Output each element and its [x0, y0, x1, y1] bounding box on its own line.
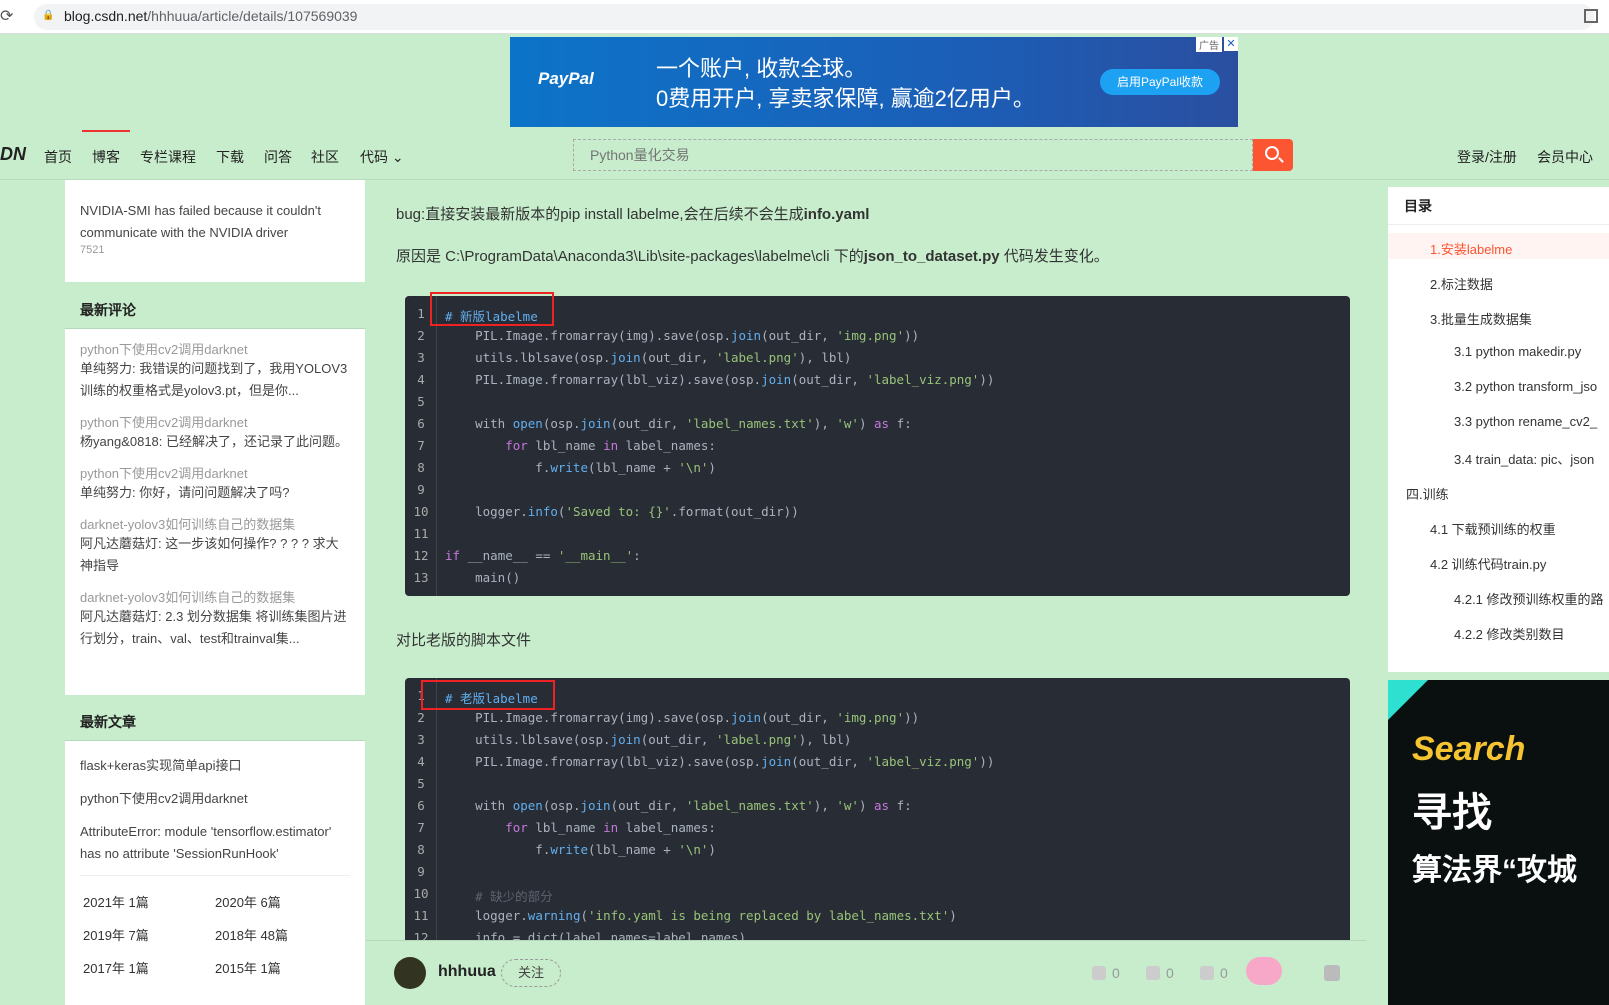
nav-courses[interactable]: 专栏课程: [140, 147, 196, 167]
ad-close-icon[interactable]: ✕: [1224, 37, 1238, 51]
author-toolbar: hhhuua 关注 0 0 0: [366, 940, 1366, 1005]
hot-article-link[interactable]: NVIDIA-SMI has failed because it couldn'…: [65, 180, 365, 244]
ad-cta-button[interactable]: 启用PayPal收款: [1100, 69, 1220, 95]
ad-headline: 一个账户, 收款全球。: [656, 56, 867, 81]
side-ad-line3: 算法界“攻城: [1412, 854, 1577, 887]
toc-item[interactable]: 1.安装labelme: [1430, 239, 1512, 258]
nav-blog[interactable]: 博客: [92, 147, 120, 167]
comment-text[interactable]: 单纯努力: 你好，请问问题解决了吗?: [80, 482, 350, 504]
toc-title: 目录: [1388, 187, 1609, 225]
avatar[interactable]: [394, 957, 426, 989]
hot-article-card: NVIDIA-SMI has failed because it couldn'…: [65, 180, 365, 282]
browser-address-bar: ⟳ 🔒 blog.csdn.net/hhhuua/article/details…: [0, 0, 1609, 34]
toc-item[interactable]: 3.批量生成数据集: [1430, 309, 1532, 328]
reward-icon[interactable]: [1246, 957, 1282, 985]
paragraph-bug: bug:直接安装最新版本的pip install labelme,会在后续不会生…: [396, 206, 870, 223]
hot-article-views: 7521: [80, 244, 105, 256]
side-ad-line2: 寻找: [1412, 791, 1492, 835]
nav-qa[interactable]: 问答: [264, 147, 292, 167]
paypal-logo: PayPal: [538, 69, 594, 88]
toc-item[interactable]: 3.3 python rename_cv2_: [1454, 414, 1597, 429]
toc-item[interactable]: 4.2 训练代码train.py: [1430, 554, 1546, 573]
comment-article-link[interactable]: python下使用cv2调用darknet: [80, 463, 350, 482]
toc-item[interactable]: 四.训练: [1406, 484, 1449, 503]
archive-item[interactable]: 2015年 1篇: [215, 958, 347, 977]
recent-articles-title: 最新文章: [65, 703, 365, 741]
archive-item[interactable]: 2017年 1篇: [83, 958, 215, 977]
comment-article-link[interactable]: python下使用cv2调用darknet: [80, 339, 350, 358]
toc-item[interactable]: 3.4 train_data: pic、json: [1454, 449, 1594, 468]
article-body: bug:直接安装最新版本的pip install labelme,会在后续不会生…: [396, 196, 1352, 270]
comment-text[interactable]: 杨yang&0818: 已经解决了，还记录了此问题。: [80, 431, 350, 453]
author-name[interactable]: hhhuua: [438, 963, 496, 981]
comment-article-link[interactable]: python下使用cv2调用darknet: [80, 412, 350, 431]
comment-text[interactable]: 阿凡达蘑菇灯: 这一步该如何操作? ? ? ? 求大神指导: [80, 533, 350, 577]
like-button[interactable]: 0: [1092, 965, 1120, 981]
recent-comments-title: 最新评论: [65, 291, 365, 329]
archive-item[interactable]: 2021年 1篇: [83, 892, 215, 911]
member-center-link[interactable]: 会员中心: [1537, 147, 1593, 167]
comment-text[interactable]: 单纯努力: 我错误的问题找到了，我用YOLOV3训练的权重格式是yolov3.p…: [80, 358, 350, 402]
follow-button[interactable]: 关注: [501, 959, 561, 987]
comment-button[interactable]: 0: [1146, 965, 1174, 981]
lock-icon: 🔒: [42, 10, 55, 21]
toc-item[interactable]: 4.1 下载预训练的权重: [1430, 519, 1556, 538]
search-button[interactable]: [1253, 139, 1293, 171]
paypal-ad-banner[interactable]: PayPal 一个账户, 收款全球。 0费用开户, 享卖家保障, 赢逾2亿用户。…: [510, 37, 1238, 127]
favorite-button[interactable]: 0: [1200, 965, 1228, 981]
recent-comments-card: 最新评论 python下使用cv2调用darknet 单纯努力: 我错误的问题找…: [65, 291, 365, 695]
side-ad-banner[interactable]: Search 寻找 算法界“攻城: [1388, 680, 1609, 1005]
article-link[interactable]: flask+keras实现简单api接口: [80, 755, 350, 774]
toc-item[interactable]: 2.标注数据: [1430, 274, 1493, 293]
toc-item[interactable]: 4.2.2 修改类别数目: [1454, 624, 1565, 643]
nav-download[interactable]: 下载: [216, 147, 244, 167]
archive-item[interactable]: 2020年 6篇: [215, 892, 347, 911]
article-body-2: 对比老版的脚本文件: [396, 628, 1352, 654]
share-icon[interactable]: [1324, 965, 1340, 981]
search-input[interactable]: [574, 140, 1252, 170]
nav-community[interactable]: 社区: [311, 147, 339, 167]
comment-article-link[interactable]: darknet-yolov3如何训练自己的数据集: [80, 587, 350, 606]
comment-icon: [1146, 966, 1160, 980]
side-ad-line1: Search: [1412, 730, 1526, 768]
qr-code-icon[interactable]: [1584, 9, 1598, 23]
archive-grid: 2021年 1篇 2020年 6篇 2019年 7篇 2018年 48篇 201…: [65, 892, 365, 977]
archive-item[interactable]: 2019年 7篇: [83, 925, 215, 944]
comment-text[interactable]: 阿凡达蘑菇灯: 2.3 划分数据集 将训练集图片进行划分，train、val、t…: [80, 606, 350, 650]
recent-articles-card: 最新文章 flask+keras实现简单api接口 python下使用cv2调用…: [65, 703, 365, 1005]
ad-tag: 广告: [1196, 37, 1222, 52]
article-link[interactable]: python下使用cv2调用darknet: [80, 788, 350, 807]
toc-item[interactable]: 3.2 python transform_jso: [1454, 379, 1597, 394]
csdn-logo[interactable]: DN: [0, 144, 26, 165]
nav-code-dropdown[interactable]: 代码 ⌄: [360, 147, 404, 167]
toc-item[interactable]: 4.2.1 修改预训练权重的路: [1454, 589, 1604, 608]
highlight-box: [421, 680, 555, 710]
ad-subline: 0费用开户, 享卖家保障, 赢逾2亿用户。: [656, 86, 1035, 111]
highlight-box: [430, 292, 554, 326]
reload-icon[interactable]: ⟳: [0, 8, 18, 26]
url-text[interactable]: blog.csdn.net/hhhuua/article/details/107…: [64, 8, 357, 24]
nav-home[interactable]: 首页: [44, 147, 72, 167]
login-link[interactable]: 登录/注册: [1457, 147, 1517, 167]
code-block-new[interactable]: 1 # 新版labelme 2 PIL.Image.fromarray(img).…: [405, 296, 1350, 596]
toc-item[interactable]: 3.1 python makedir.py: [1454, 344, 1581, 359]
paragraph-compare: 对比老版的脚本文件: [396, 632, 532, 649]
code-block-old[interactable]: 1 # 老版labelme 2 PIL.Image.fromarray(img).…: [405, 678, 1350, 940]
archive-item[interactable]: 2018年 48篇: [215, 925, 347, 944]
star-icon: [1200, 966, 1214, 980]
top-nav: DN 首页 博客 专栏课程 下载 问答 社区 代码 ⌄ 登录/注册 会员中心: [0, 130, 1609, 180]
article-link[interactable]: AttributeError: module 'tensorflow.estim…: [80, 821, 350, 865]
active-tab-indicator: [82, 130, 130, 132]
table-of-contents: 目录 1.安装labelme 2.标注数据 3.批量生成数据集 3.1 pyth…: [1388, 187, 1609, 672]
thumbs-up-icon: [1092, 966, 1106, 980]
paragraph-reason: 原因是 C:\ProgramData\Anaconda3\Lib\site-pa…: [396, 248, 1109, 265]
comment-article-link[interactable]: darknet-yolov3如何训练自己的数据集: [80, 514, 350, 533]
search-box[interactable]: [573, 139, 1253, 171]
